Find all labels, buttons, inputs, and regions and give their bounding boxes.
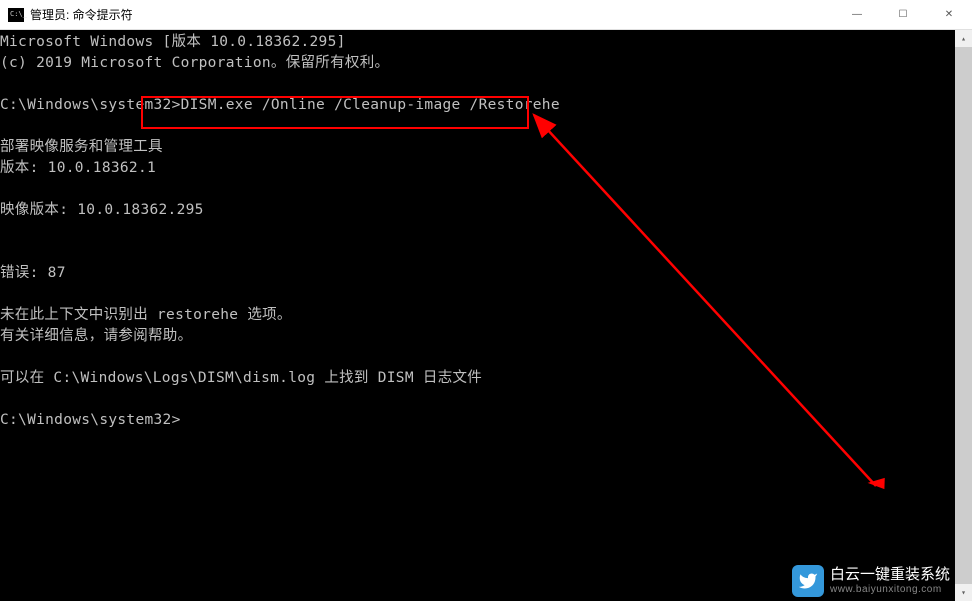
cursor	[181, 412, 189, 428]
watermark: 白云一键重装系统 www.baiyunxitong.com	[792, 565, 950, 597]
window-title: 管理员: 命令提示符	[30, 6, 834, 23]
minimize-button[interactable]: —	[834, 0, 880, 29]
window-controls: — ☐ ✕	[834, 0, 972, 29]
scrollbar-up-button[interactable]: ▴	[955, 30, 972, 47]
window-titlebar[interactable]: 管理员: 命令提示符 — ☐ ✕	[0, 0, 972, 30]
vertical-scrollbar[interactable]: ▴ ▾	[955, 30, 972, 601]
scrollbar-down-button[interactable]: ▾	[955, 584, 972, 601]
output-line: Microsoft Windows [版本 10.0.18362.295]	[0, 34, 346, 50]
close-button[interactable]: ✕	[926, 0, 972, 29]
output-line: 部署映像服务和管理工具	[0, 139, 163, 155]
prompt-path: C:\Windows\system32>	[0, 412, 181, 428]
terminal-output: Microsoft Windows [版本 10.0.18362.295] (c…	[0, 30, 972, 431]
maximize-button[interactable]: ☐	[880, 0, 926, 29]
watermark-text: 白云一键重装系统 www.baiyunxitong.com	[830, 567, 950, 595]
output-line: (c) 2019 Microsoft Corporation。保留所有权利。	[0, 55, 389, 71]
output-line: 有关详细信息，请参阅帮助。	[0, 328, 192, 344]
output-line: 未在此上下文中识别出 restorehe 选项。	[0, 307, 292, 323]
terminal-area[interactable]: Microsoft Windows [版本 10.0.18362.295] (c…	[0, 30, 972, 601]
prompt-path: C:\Windows\system32>	[0, 97, 181, 113]
watermark-url: www.baiyunxitong.com	[830, 584, 950, 595]
output-line: 映像版本: 10.0.18362.295	[0, 202, 204, 218]
output-line: 可以在 C:\Windows\Logs\DISM\dism.log 上找到 DI…	[0, 370, 482, 386]
output-error-line: 错误: 87	[0, 265, 66, 281]
output-line: 版本: 10.0.18362.1	[0, 160, 156, 176]
prompt-command: DISM.exe /Online /Cleanup-image /Restore…	[181, 97, 560, 113]
watermark-title: 白云一键重装系统	[830, 567, 950, 584]
scrollbar-thumb[interactable]	[955, 47, 972, 584]
watermark-logo-icon	[792, 565, 824, 597]
cmd-icon	[8, 8, 24, 22]
